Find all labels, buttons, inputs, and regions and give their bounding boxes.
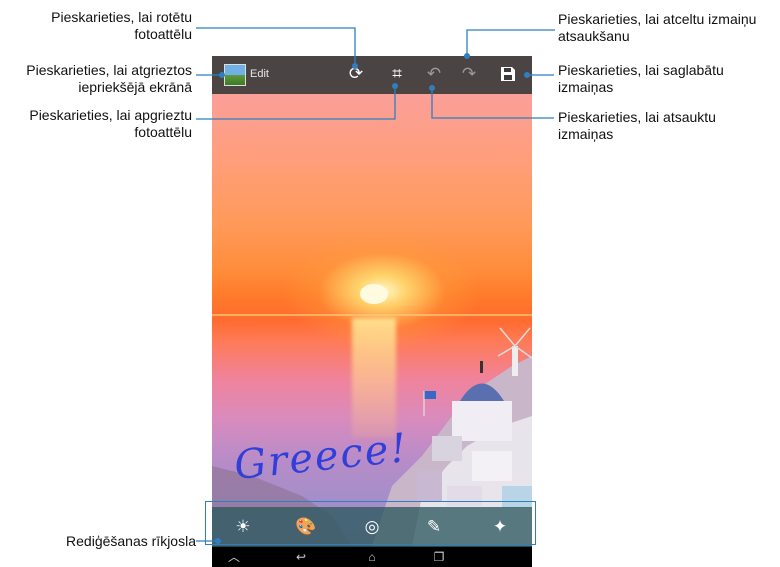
leader-lines bbox=[196, 27, 555, 544]
